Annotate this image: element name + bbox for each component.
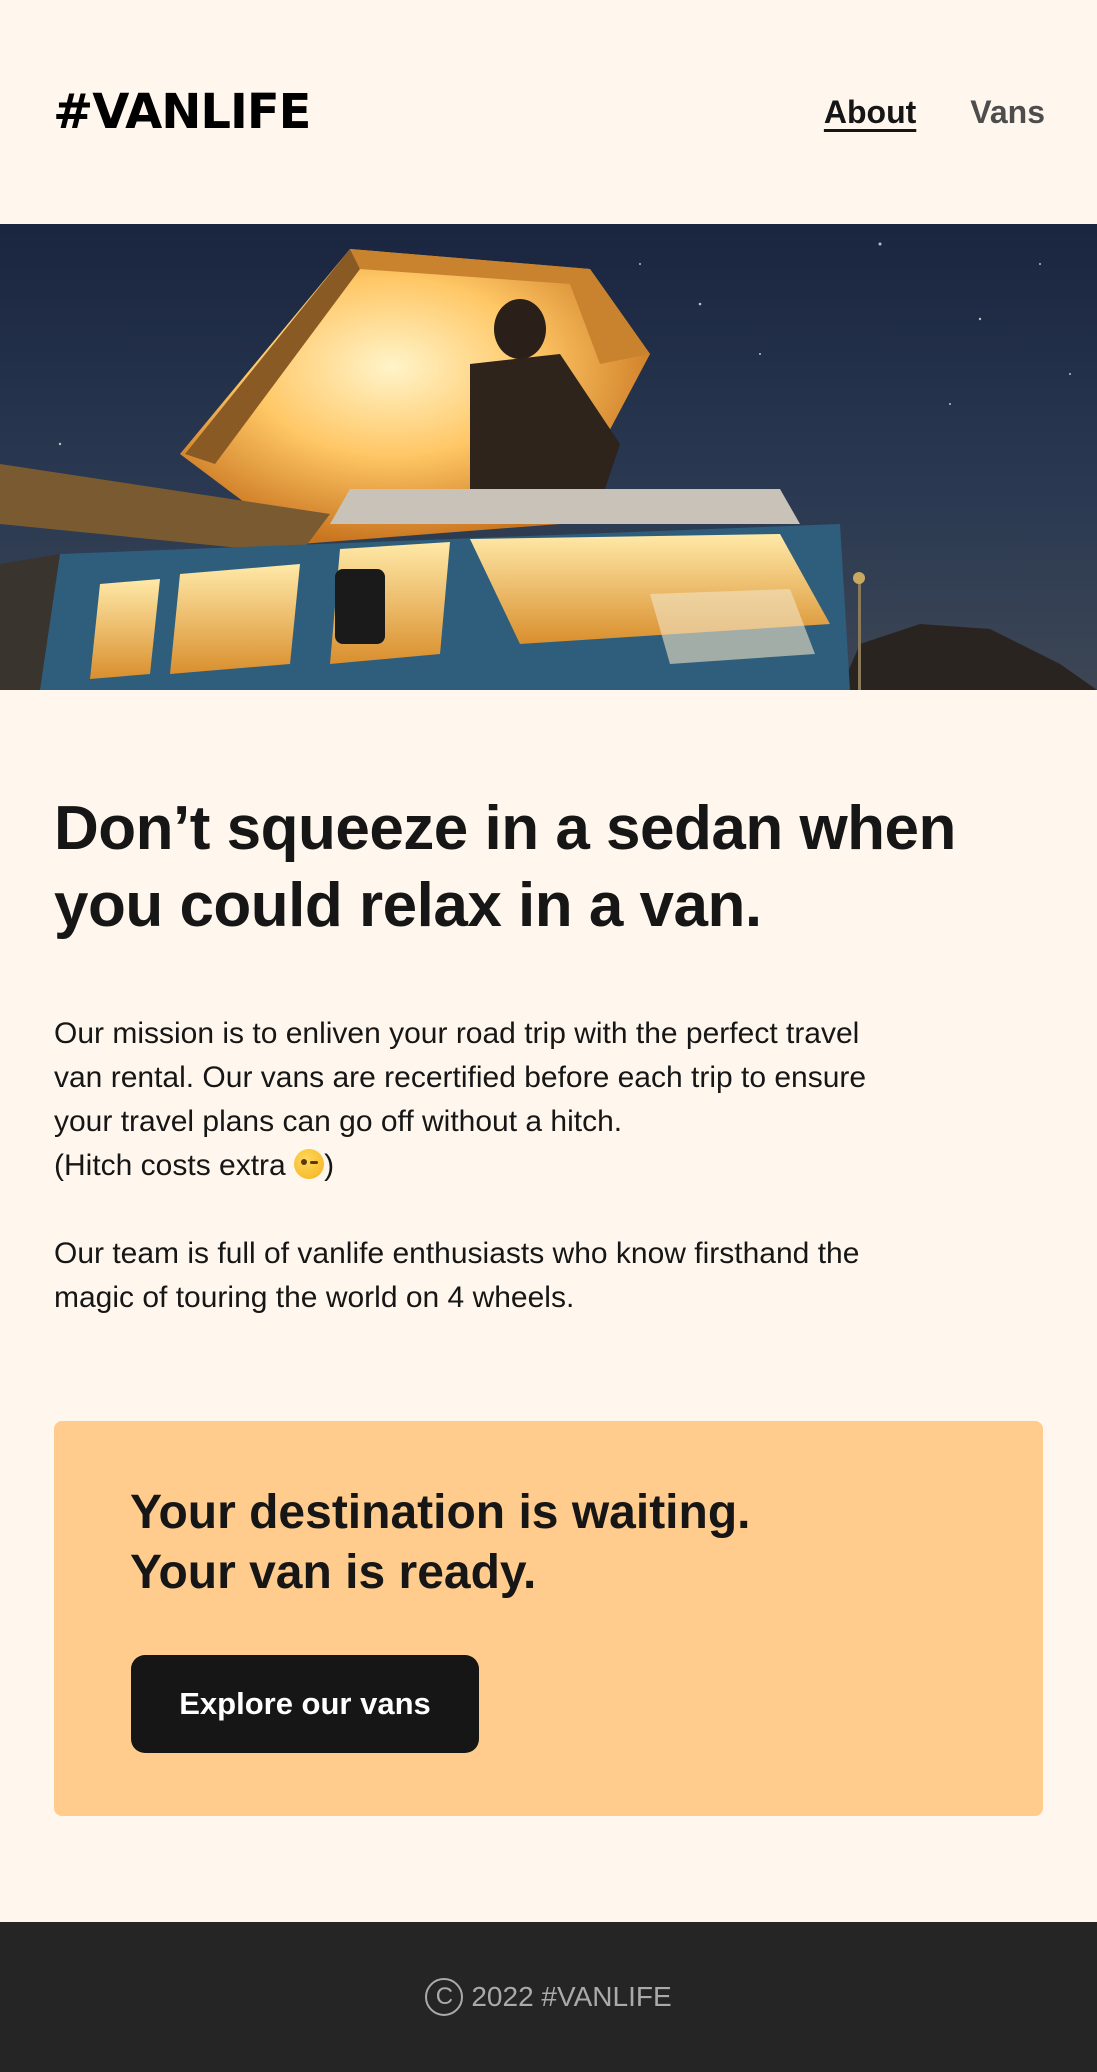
team-line: magic of touring the world on 4 wheels. xyxy=(54,1281,575,1314)
nav-link-vans[interactable]: Vans xyxy=(970,94,1045,131)
page: #VANLIFE About Vans Don’t squeeze in a s… xyxy=(0,0,1097,2072)
footer-text: 2022 #VANLIFE xyxy=(471,1981,672,2012)
cta-title-line: Your van is ready. xyxy=(130,1546,537,1599)
mission-line: your travel plans can go off without a h… xyxy=(54,1105,623,1138)
hitch-text-close: ) xyxy=(324,1149,335,1182)
mission-line: Our mission is to enliven your road trip… xyxy=(54,1017,860,1050)
team-line: Our team is full of vanlife enthusiasts … xyxy=(54,1237,860,1270)
headline-line: you could relax in a van. xyxy=(54,871,762,940)
explore-vans-button[interactable]: Explore our vans xyxy=(131,1655,479,1753)
team-paragraph: Our team is full of vanlife enthusiasts … xyxy=(54,1232,1044,1320)
cta-title-line: Your destination is waiting. xyxy=(130,1486,751,1539)
copyright-icon: C xyxy=(425,1978,464,2016)
site-header: #VANLIFE About Vans xyxy=(0,0,1097,224)
mission-line: van rental. Our vans are recertified bef… xyxy=(54,1061,867,1094)
about-content: Don’t squeeze in a sedan when you could … xyxy=(54,690,1044,1320)
wink-emoji-icon xyxy=(294,1149,325,1179)
site-logo[interactable]: #VANLIFE xyxy=(53,84,311,140)
headline-line: Don’t squeeze in a sedan when xyxy=(54,794,956,863)
main-nav: About Vans xyxy=(824,94,1045,131)
page-headline: Don’t squeeze in a sedan when you could … xyxy=(54,790,1044,944)
hero-image xyxy=(0,224,1097,690)
cta-title: Your destination is waiting. Your van is… xyxy=(130,1483,1043,1603)
van-night-camping-image xyxy=(0,224,1097,690)
cta-box: Your destination is waiting. Your van is… xyxy=(54,1421,1043,1816)
mission-paragraph: Our mission is to enliven your road trip… xyxy=(54,1012,1044,1188)
hitch-text: (Hitch costs extra xyxy=(54,1149,295,1182)
site-footer: C 2022 #VANLIFE xyxy=(0,1922,1097,2072)
nav-link-about[interactable]: About xyxy=(824,94,916,131)
